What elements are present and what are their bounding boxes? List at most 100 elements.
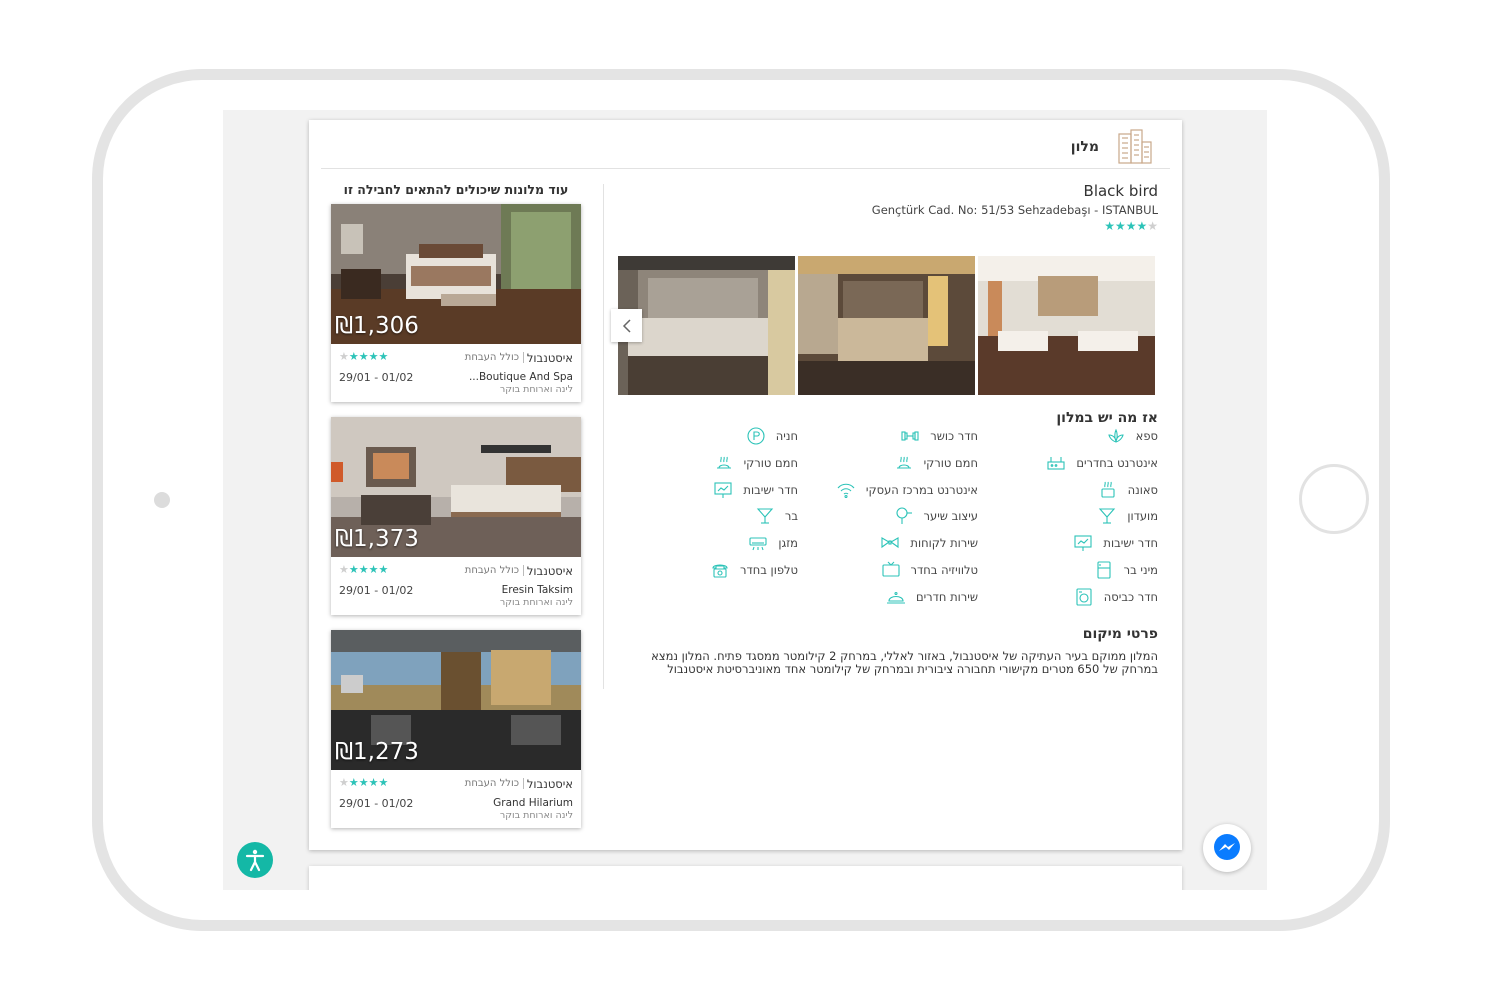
tablet-home-button: [1299, 464, 1369, 534]
hotel-title: Black bird: [1083, 182, 1158, 200]
sauna-icon: [1101, 481, 1115, 498]
hotel-card[interactable]: ₪1,373 איסטנבול כולל העבחת ★★★★★ Eresin …: [331, 417, 581, 615]
amenity-label: חדר כושר: [930, 429, 978, 443]
amenity-item: עיצוב שיער: [894, 506, 978, 526]
amenity-item: חמם טורקי: [714, 453, 798, 473]
includes-transfer: כולל העבחת: [465, 352, 524, 363]
wifi-icon: [837, 483, 855, 498]
amenity-item: מיני בר: [1094, 560, 1158, 580]
cocktail-icon: [756, 508, 774, 524]
amenity-label: חדר כביסה: [1103, 589, 1158, 604]
hotel-section-card: מלון עוד מלונות שיכולים להתאים לחבילה זו: [309, 120, 1182, 850]
includes-transfer: כולל העבחת: [465, 778, 524, 789]
board-basis: לינה וארוחת בוקר: [499, 810, 573, 821]
city: איסטנבול: [526, 351, 573, 365]
amenity-item: חדר כושר: [900, 426, 978, 446]
chevron-left-icon: [622, 318, 631, 333]
amenity-label: מזגן: [778, 536, 798, 551]
parking-icon: [747, 427, 765, 445]
board-basis: לינה וארוחת בוקר: [499, 384, 573, 395]
star-rating: ★★★★★: [339, 563, 389, 576]
photo-gallery: [618, 256, 1155, 395]
amenity-label: מועדון: [1127, 509, 1158, 524]
amenity-label: אינטרנט במרכז העסקי: [865, 482, 978, 497]
location-text: המלון ממוקם בעיר העתיקה של איסטנבול, באז…: [651, 649, 1158, 676]
messenger-button[interactable]: [1203, 824, 1251, 872]
phone-icon: [712, 564, 728, 578]
city: איסטנבול: [526, 777, 573, 791]
presentation-icon: [714, 482, 732, 498]
price: ₪1,306: [335, 313, 419, 339]
fridge-icon: [1097, 561, 1111, 579]
amenity-label: חניה: [775, 429, 798, 443]
amenity-item: סאונה: [1098, 480, 1158, 500]
amenity-item: חדר כביסה: [1074, 587, 1158, 607]
hotel-card[interactable]: ₪1,273 איסטנבול כולל העבחת ★★★★★ Grand H…: [331, 630, 581, 828]
amenity-label: מיני בר: [1123, 563, 1158, 577]
amenity-label: סאונה: [1127, 482, 1158, 497]
column-divider: [603, 184, 604, 689]
amenity-label: שירות חדרים: [915, 589, 978, 604]
city: איסטנבול: [526, 564, 573, 578]
amenity-item: שירות חדרים: [886, 587, 978, 607]
amenity-item: שירות לקוחות: [880, 533, 978, 553]
hotel-address: Gençtürk Cad. No: 51/53 Sehzadebaşı - IS…: [871, 203, 1158, 217]
amenity-item: מועדון: [1097, 506, 1158, 526]
amenity-label: בר: [784, 509, 798, 524]
hotel-name: Eresin Taksim: [501, 584, 573, 596]
amenity-label: חמם טורקי: [923, 455, 978, 470]
router-icon: [1047, 456, 1065, 470]
bowtie-icon: [881, 537, 899, 549]
amenity-label: חדר ישיבות: [743, 482, 798, 497]
screen: מלון עוד מלונות שיכולים להתאים לחבילה זו: [223, 110, 1267, 890]
dates: 29/01 - 01/02: [339, 371, 414, 384]
steam-icon: [896, 456, 911, 469]
amenity-item: מזגן: [748, 533, 798, 553]
amenity-label: אינטרנט בחדרים: [1076, 455, 1158, 470]
steam-icon: [716, 456, 731, 469]
tablet-camera: [154, 492, 170, 508]
star-rating: ★★★★★: [339, 350, 389, 363]
amenity-item: חניה: [746, 426, 798, 446]
divider: [321, 168, 1170, 169]
gallery-photo[interactable]: [618, 256, 795, 395]
amenity-item: טלוויזיה בחדר: [881, 560, 978, 580]
amenity-item: אינטרנט בחדרים: [1046, 453, 1158, 473]
price: ₪1,273: [335, 739, 419, 765]
hotel-name: ...Boutique And Spa: [468, 371, 573, 383]
includes-transfer: כולל העבחת: [465, 565, 524, 576]
amenity-item: חדר ישיבות: [713, 480, 798, 500]
washing-machine-icon: [1076, 588, 1092, 606]
amenity-label: חמם טורקי: [743, 455, 798, 470]
gallery-prev-button[interactable]: [611, 309, 642, 342]
gallery-photo[interactable]: [978, 256, 1155, 395]
amenity-item: אינטרנט במרכז העסקי: [836, 480, 978, 500]
hotel-star-rating: ★★★★★: [1104, 219, 1158, 233]
star-rating: ★★★★★: [339, 776, 389, 789]
cloche-icon: [886, 591, 905, 604]
amenity-label: טלפון בחדר: [739, 563, 798, 577]
hairdryer-icon: [895, 507, 912, 525]
board-basis: לינה וארוחת בוקר: [499, 597, 573, 608]
amenity-item: בר: [755, 506, 798, 526]
amenities-title: אז מה יש במלון: [1056, 410, 1158, 426]
messenger-icon: [1214, 834, 1240, 860]
location-title: פרטי מיקום: [1082, 626, 1158, 642]
amenity-label: טלוויזיה בחדר: [910, 563, 978, 577]
similar-hotels-title: עוד מלונות שיכולים להתאים לחבילה זו: [343, 182, 569, 197]
gallery-photo[interactable]: [798, 256, 975, 395]
amenity-item: חדר ישיבות: [1073, 533, 1158, 553]
amenity-label: חדר ישיבות: [1103, 536, 1158, 551]
amenity-item: טלפון בחדר: [710, 560, 798, 580]
cocktail-icon: [1099, 508, 1116, 524]
lotus-icon: [1107, 428, 1124, 443]
accessibility-button[interactable]: [237, 842, 273, 878]
hotel-card[interactable]: ₪1,306 איסטנבול כולל העבחת ★★★★★ ...Bout…: [331, 204, 581, 402]
next-section-card: [309, 866, 1182, 890]
amenity-label: שירות לקוחות: [910, 536, 978, 551]
section-title: מלון: [1070, 139, 1099, 155]
building-icon: [1118, 129, 1152, 164]
dates: 29/01 - 01/02: [339, 797, 414, 810]
amenity-label: עיצוב שיער: [923, 509, 978, 524]
amenity-item: חמם טורקי: [894, 453, 978, 473]
